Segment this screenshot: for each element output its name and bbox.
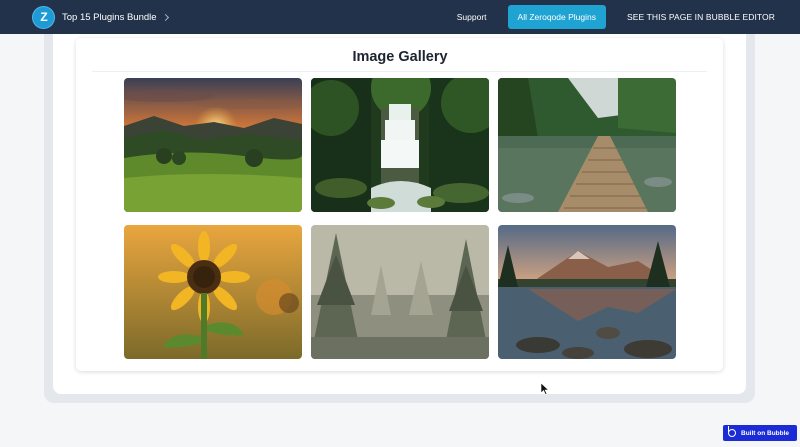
gallery-image-sunflower[interactable] bbox=[124, 225, 302, 359]
all-plugins-button[interactable]: All Zeroqode Plugins bbox=[507, 5, 606, 29]
bubble-editor-link[interactable]: SEE THIS PAGE IN BUBBLE EDITOR bbox=[616, 5, 786, 29]
brand-link[interactable]: Top 15 Plugins Bundle bbox=[62, 11, 169, 23]
gallery-title: Image Gallery bbox=[352, 49, 448, 65]
zeroqode-logo-icon[interactable]: Z bbox=[32, 5, 55, 29]
title-divider bbox=[92, 71, 707, 72]
built-on-bubble-badge[interactable]: Built on Bubble bbox=[723, 425, 797, 441]
gallery-image-misty-forest[interactable] bbox=[311, 225, 489, 359]
support-link[interactable]: Support bbox=[446, 5, 498, 29]
landscape-image-icon bbox=[311, 225, 489, 359]
gallery-image-mountain-sunset[interactable] bbox=[124, 78, 302, 212]
gallery-image-lake-boardwalk[interactable] bbox=[498, 78, 676, 212]
chevron-right-icon bbox=[161, 13, 169, 21]
landscape-image-icon bbox=[498, 78, 676, 212]
mouse-cursor-icon bbox=[541, 383, 549, 395]
logo-letter: Z bbox=[40, 10, 47, 24]
landscape-image-icon bbox=[498, 225, 676, 359]
gallery-image-forest-waterfall[interactable] bbox=[311, 78, 489, 212]
brand-title: Top 15 Plugins Bundle bbox=[62, 11, 157, 23]
landscape-image-icon bbox=[124, 225, 302, 359]
gallery-image-mountain-lake-reflection[interactable] bbox=[498, 225, 676, 359]
top-navigation-bar: Z Top 15 Plugins Bundle Support All Zero… bbox=[0, 0, 800, 34]
bubble-logo-icon bbox=[727, 426, 736, 437]
badge-label: Built on Bubble bbox=[741, 429, 790, 437]
landscape-image-icon bbox=[124, 78, 302, 212]
landscape-image-icon bbox=[311, 78, 489, 212]
